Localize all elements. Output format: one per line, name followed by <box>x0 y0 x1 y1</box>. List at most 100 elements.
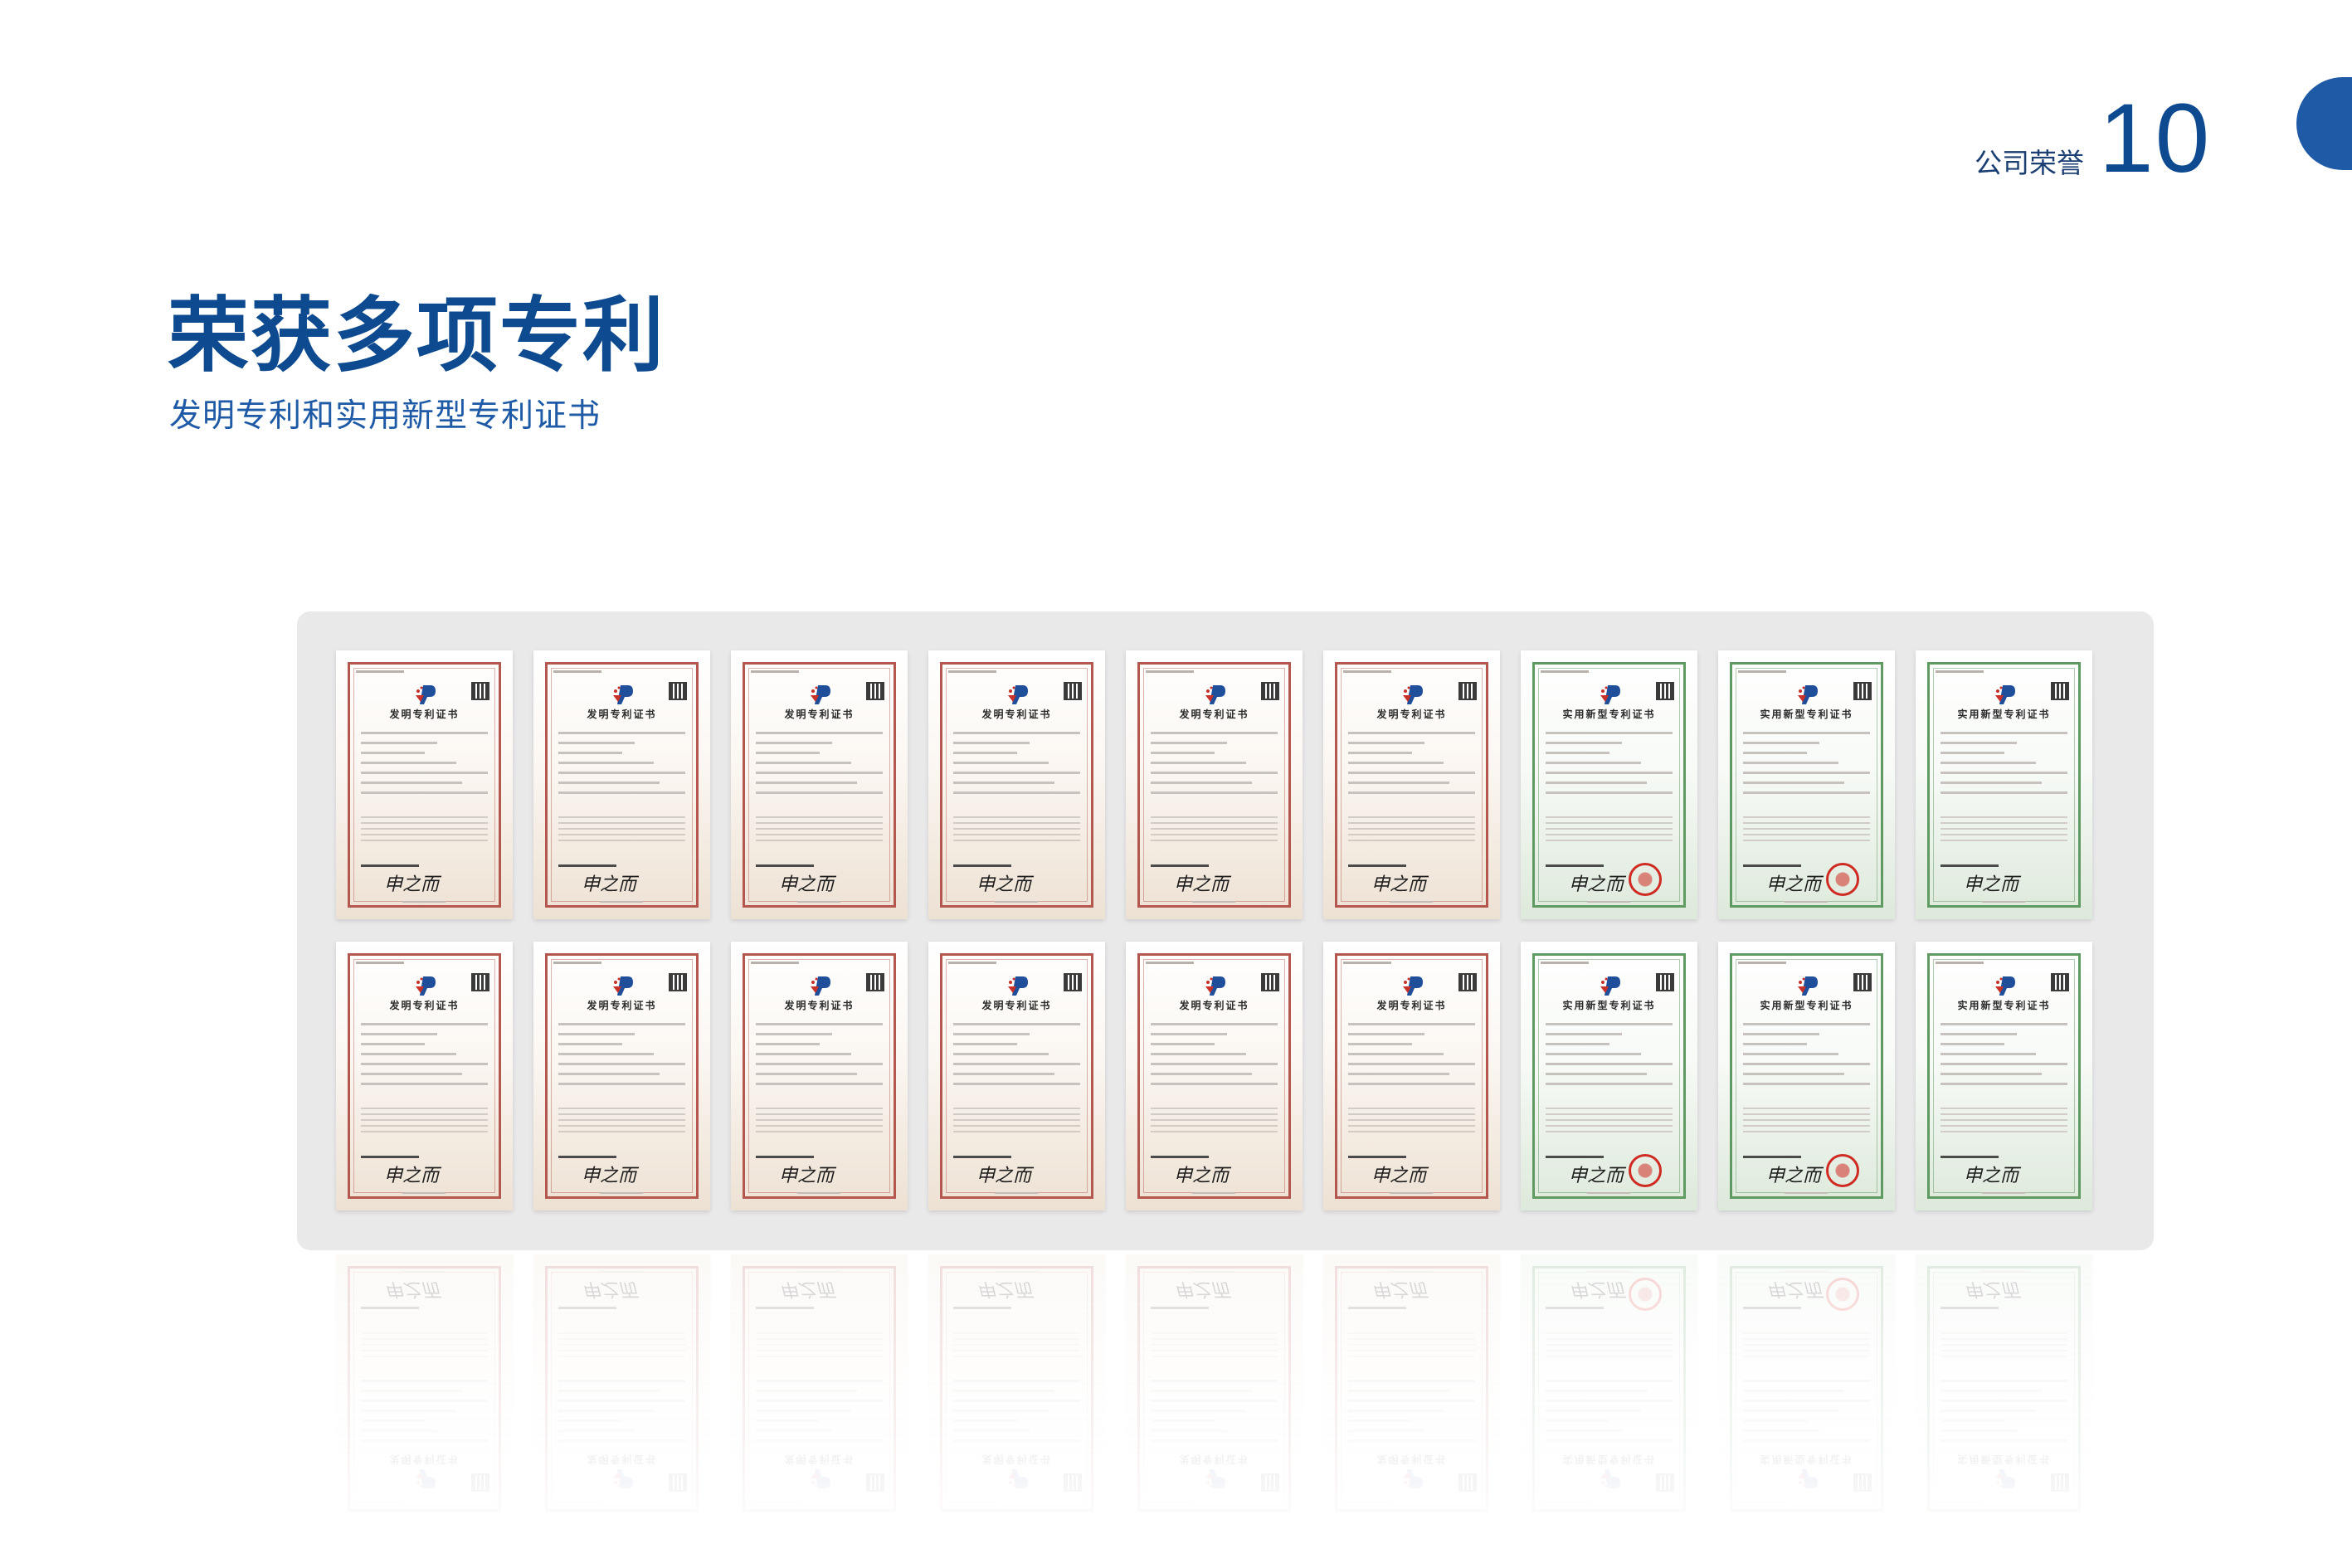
qr-code-icon <box>1656 973 1674 991</box>
certificate-body-text <box>953 816 1080 845</box>
reflected-certificate: 实用新型专利证书 申之而 <box>1521 1254 1697 1523</box>
certificate-footer-line <box>1982 901 2025 903</box>
qr-code-icon <box>866 973 884 991</box>
certificate-signature-bar <box>1743 1307 1801 1309</box>
certificate-name: 发明专利证书 <box>981 1000 1052 1011</box>
patent-office-logo-icon <box>1794 1467 1819 1492</box>
page-title: 荣获多项专利 <box>168 289 666 383</box>
certificate-body-text <box>953 1328 1080 1357</box>
certificate-signature-bar <box>1151 1156 1209 1158</box>
certificate-footer-line <box>995 1271 1038 1273</box>
certificate-body-text <box>756 816 883 845</box>
qr-code-icon <box>471 1473 489 1492</box>
certificate-name: 实用新型专利证书 <box>1562 709 1656 720</box>
certificate-fields <box>1151 732 1278 801</box>
qr-code-icon <box>1853 1473 1872 1492</box>
certificate-signature-bar <box>1743 1156 1801 1158</box>
certificate-footer-line <box>1390 1271 1433 1273</box>
certificate-number-line <box>1936 670 1984 673</box>
qr-code-icon <box>1853 973 1872 991</box>
certificate-footer-line <box>1192 1271 1235 1273</box>
utility-model-patent-certificate: 实用新型专利证书申之而 <box>1521 650 1697 919</box>
certificate-name: 发明专利证书 <box>389 1000 460 1011</box>
certificate-number-line <box>1343 962 1391 964</box>
certificate-fields <box>1941 1372 2067 1442</box>
utility-model-patent-certificate: 实用新型专利证书 申之而 <box>1718 650 1895 919</box>
certificate-number-line <box>1738 962 1786 964</box>
certificate-number-line <box>356 962 404 964</box>
utility-model-patent-certificate: 实用新型专利证书 申之而 <box>1916 650 2092 919</box>
certificate-footer-line <box>1587 1192 1630 1194</box>
qr-code-icon <box>471 973 489 991</box>
invention-patent-certificate: 发明专利证书 申之而 <box>533 650 710 919</box>
signature-icon: 申之而 <box>1371 1166 1427 1186</box>
certificate-signature-bar <box>1941 864 1999 867</box>
patent-office-logo-icon <box>610 682 635 707</box>
certificate-body-text <box>756 1108 883 1137</box>
patent-office-logo-icon <box>1202 1467 1227 1492</box>
official-seal-icon <box>1629 863 1662 896</box>
signature-icon: 申之而 <box>1569 1278 1624 1299</box>
patent-office-logo-icon <box>610 1467 635 1492</box>
patent-office-logo-icon <box>1400 682 1424 707</box>
certificate-name: 发明专利证书 <box>587 1000 657 1011</box>
section-label: 公司荣誉 <box>1975 147 2084 179</box>
certificate-name: 实用新型专利证书 <box>1562 1454 1656 1465</box>
certificate-name: 实用新型专利证书 <box>1760 1454 1853 1465</box>
certificate-name: 实用新型专利证书 <box>1957 709 2051 720</box>
certificate-number-line <box>1343 670 1391 673</box>
certificate-name: 发明专利证书 <box>1376 1000 1447 1011</box>
patent-office-logo-icon <box>1005 682 1030 707</box>
certificate-footer-line <box>600 1271 643 1273</box>
qr-code-icon <box>669 682 687 700</box>
certificate-number-line <box>1541 670 1589 673</box>
patent-office-logo-icon <box>610 973 635 998</box>
reflected-certificate: 发明专利证书 申之而 <box>1323 1254 1500 1523</box>
qr-code-icon <box>1064 682 1082 700</box>
certificate-number-line <box>948 962 996 964</box>
certificate-signature-bar <box>1546 1156 1604 1158</box>
certificate-name: 发明专利证书 <box>587 709 657 720</box>
certificate-name: 发明专利证书 <box>1179 1454 1249 1465</box>
patent-office-logo-icon <box>1992 682 2017 707</box>
certificate-signature-bar <box>1348 864 1406 867</box>
signature-icon: 申之而 <box>582 1278 637 1299</box>
patent-office-logo-icon <box>807 682 832 707</box>
certificate-name: 实用新型专利证书 <box>1957 1000 2051 1011</box>
signature-icon: 申之而 <box>1174 1278 1230 1299</box>
certificate-body-text <box>1348 1108 1475 1137</box>
signature-icon: 申之而 <box>1569 874 1624 895</box>
reflected-certificate: 发明专利证书 申之而 <box>533 1254 710 1523</box>
certificate-body-text <box>361 1108 488 1137</box>
invention-patent-certificate: 发明专利证书 申之而 <box>731 942 908 1210</box>
certificate-footer-line <box>1390 1192 1433 1194</box>
certificate-body-text <box>1151 1108 1278 1137</box>
certificate-fields <box>1348 1372 1475 1442</box>
certificate-fields <box>1941 732 2067 801</box>
certificate-signature-bar <box>558 1307 616 1309</box>
qr-code-icon <box>866 682 884 700</box>
qr-code-icon <box>1261 973 1279 991</box>
qr-code-icon <box>2051 1473 2069 1492</box>
certificate-footer-line <box>1785 1271 1828 1273</box>
patent-office-logo-icon <box>807 1467 832 1492</box>
patent-office-logo-icon <box>807 973 832 998</box>
certificate-body-text <box>361 1328 488 1357</box>
certificate-signature-bar <box>558 864 616 867</box>
certificate-signature-bar <box>756 1307 814 1309</box>
patent-office-logo-icon <box>1202 682 1227 707</box>
signature-icon: 申之而 <box>1174 1166 1230 1186</box>
signature-icon: 申之而 <box>1371 1278 1427 1299</box>
certificate-body-text <box>558 1328 685 1357</box>
invention-patent-certificate: 发明专利证书 申之而 <box>1126 942 1303 1210</box>
certificate-footer-line <box>1192 901 1235 903</box>
certificate-name: 发明专利证书 <box>587 1454 657 1465</box>
qr-code-icon <box>2051 682 2069 700</box>
official-seal-icon <box>1629 1154 1662 1187</box>
certificate-number-line <box>751 670 799 673</box>
certificate-footer-line <box>402 901 446 903</box>
certificate-body-text <box>1151 816 1278 845</box>
certificate-body-text <box>1941 1328 2067 1357</box>
certificate-signature-bar <box>1151 1307 1209 1309</box>
certificate-signature-bar <box>1348 1307 1406 1309</box>
